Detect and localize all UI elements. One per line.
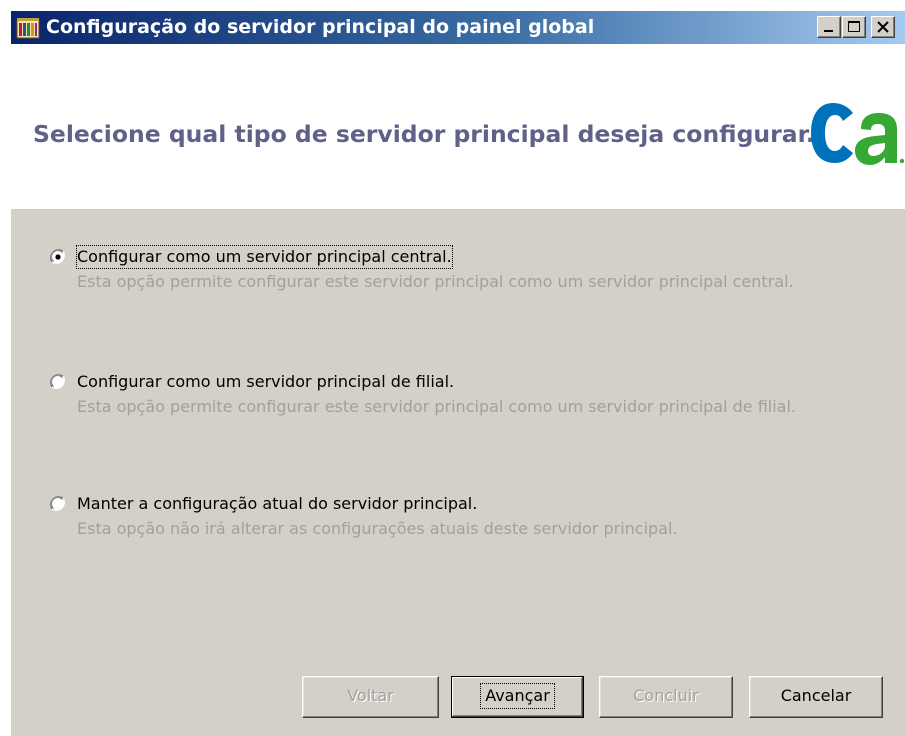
next-button[interactable]: Avançar [451,676,584,718]
minimize-icon [824,30,833,32]
window-title: Configuração do servidor principal do pa… [46,16,595,38]
option-label[interactable]: Configurar como um servidor principal ce… [76,245,453,269]
ca-logo [811,103,905,165]
back-button[interactable]: Voltar [302,676,439,718]
close-icon [877,21,889,33]
page-title: Selecione qual tipo de servidor principa… [33,120,815,148]
finish-button-label: Concluir [633,686,699,705]
option-label[interactable]: Configurar como um servidor principal de… [77,371,454,393]
option-description: Esta opção não irá alterar as configuraç… [77,519,678,538]
setup-dialog: Configuração do servidor principal do pa… [10,10,905,736]
option-description: Esta opção permite configurar este servi… [77,397,797,416]
minimize-button[interactable] [817,16,841,38]
radio-keep-current[interactable] [49,495,69,515]
maximize-icon [848,21,860,32]
header-banner: Selecione qual tipo de servidor principa… [11,44,905,209]
option-description: Esta opção permite configurar este servi… [77,272,794,291]
cancel-button[interactable]: Cancelar [749,676,883,718]
title-bar[interactable]: Configuração do servidor principal do pa… [11,11,905,44]
maximize-button[interactable] [842,16,866,38]
finish-button[interactable]: Concluir [599,676,733,718]
app-icon [16,18,40,39]
option-label[interactable]: Manter a configuração atual do servidor … [77,493,477,515]
radio-central[interactable] [49,248,69,268]
radio-branch[interactable] [49,373,69,393]
next-button-label: Avançar [480,683,555,709]
close-button[interactable] [871,16,895,38]
cancel-button-label: Cancelar [780,686,852,705]
back-button-label: Voltar [347,686,394,705]
